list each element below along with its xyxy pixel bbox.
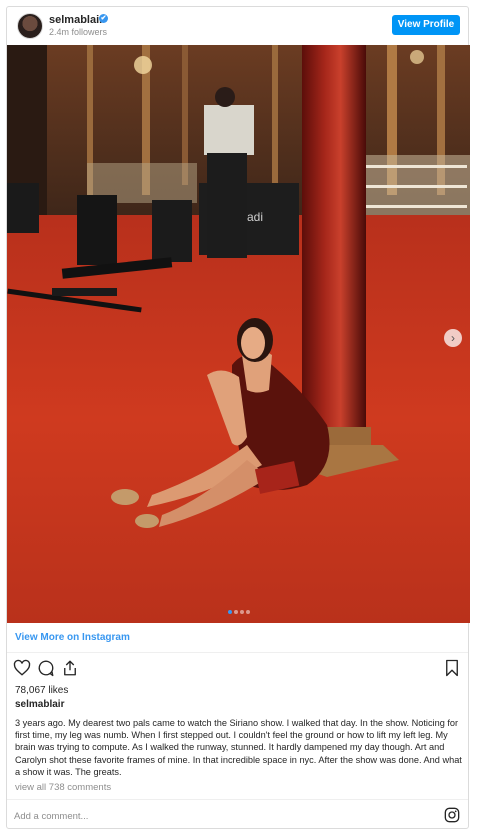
view-more-bar: View More on Instagram (7, 623, 468, 653)
verified-icon: ✔ (99, 14, 108, 23)
photo-illustration: adi (7, 45, 470, 623)
carousel-dot (239, 610, 244, 614)
instagram-icon[interactable] (444, 807, 460, 823)
caption-username[interactable]: selmablair (15, 699, 64, 710)
carousel-next-button[interactable]: › (444, 329, 462, 347)
view-more-link[interactable]: View More on Instagram (15, 632, 130, 643)
action-bar (7, 653, 468, 681)
avatar[interactable] (17, 13, 43, 39)
like-count: 78,067 likes (15, 685, 69, 696)
equipment-case-label: adi (247, 210, 263, 224)
share-icon[interactable] (61, 659, 79, 677)
comment-icon[interactable] (37, 659, 55, 677)
bookmark-icon[interactable] (444, 659, 460, 677)
comment-input[interactable] (14, 809, 414, 823)
carousel-dot (245, 610, 250, 614)
heart-icon[interactable] (13, 659, 31, 677)
carousel-dot (227, 610, 232, 614)
username-link[interactable]: selmablair (49, 14, 103, 26)
carousel-indicator (7, 610, 470, 614)
carousel-dot (233, 610, 238, 614)
comment-bar (7, 799, 468, 830)
instagram-embed-card: selmablair ✔ 2.4m followers View Profile (6, 6, 470, 830)
view-comments-link[interactable]: view all 738 comments (15, 782, 111, 793)
post-header: selmablair ✔ 2.4m followers View Profile (7, 7, 468, 45)
view-profile-button[interactable]: View Profile (392, 15, 460, 35)
post-caption: 3 years ago. My dearest two pals came to… (15, 718, 462, 777)
post-photo[interactable]: adi › (7, 45, 470, 623)
follower-count: 2.4m followers (49, 27, 108, 37)
